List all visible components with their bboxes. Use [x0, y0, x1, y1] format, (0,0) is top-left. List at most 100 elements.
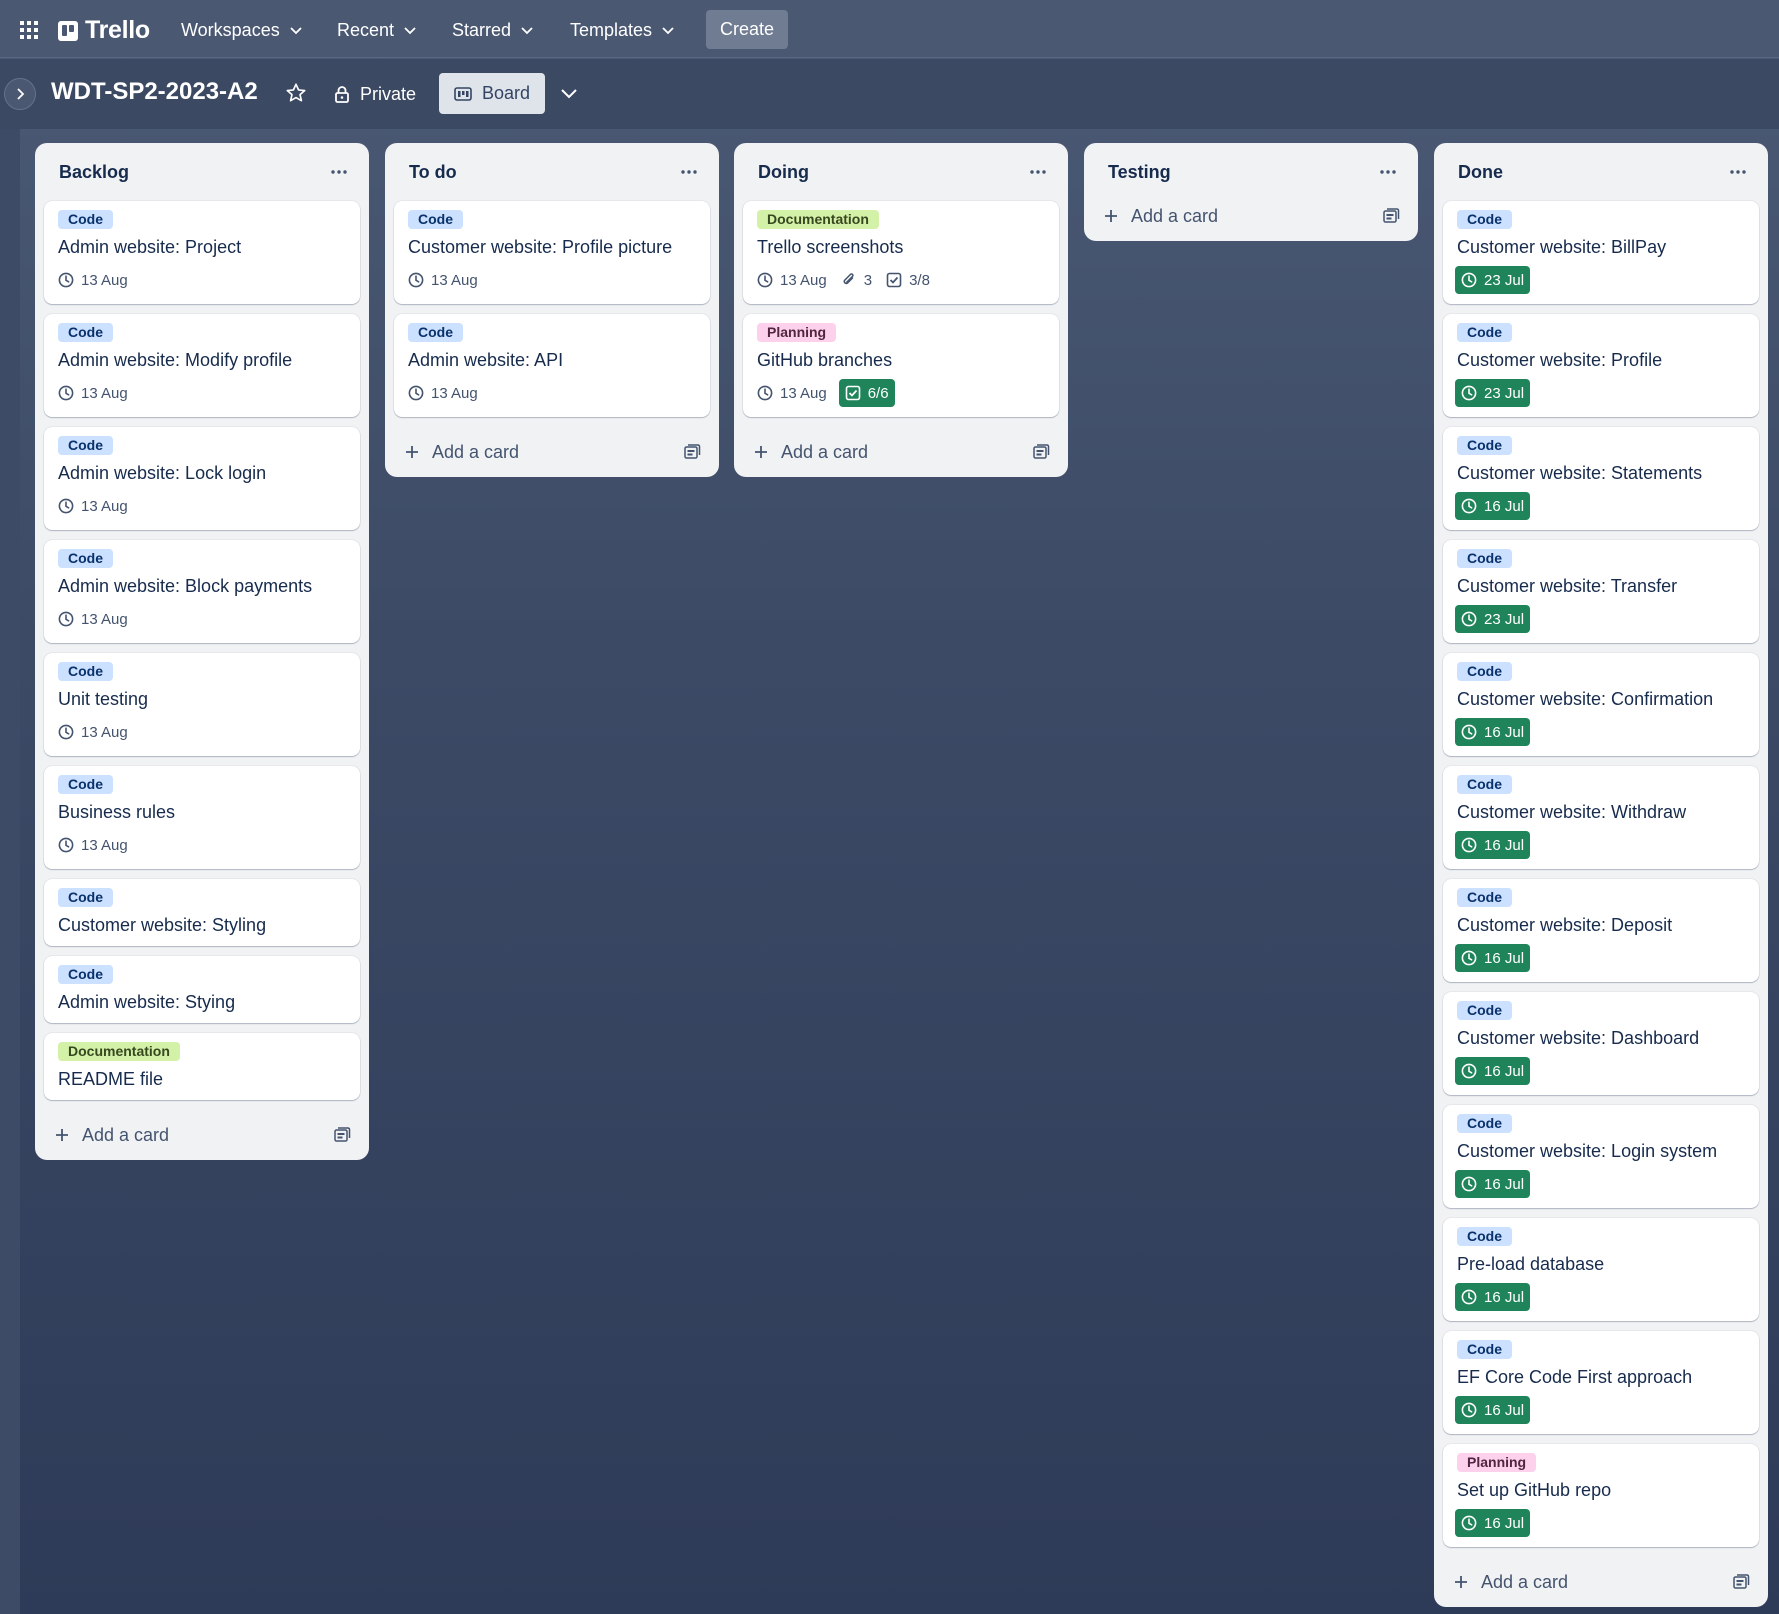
visibility-label: Private [360, 83, 417, 104]
add-card-button[interactable]: Add a card [743, 427, 1059, 477]
clock-icon [1461, 837, 1477, 853]
create-from-template-icon[interactable] [680, 440, 704, 464]
checklist-count: 3/8 [909, 271, 930, 289]
trello-logo[interactable]: Trello [58, 16, 150, 45]
card[interactable]: Documentation Trello screenshots 13 Aug 3 3/… [743, 201, 1059, 304]
card[interactable]: Documentation README file [44, 1033, 360, 1100]
list-menu-icon[interactable] [324, 157, 354, 187]
due-date-badge[interactable]: 16 Jul [1455, 1283, 1531, 1311]
card[interactable]: Code Customer website: Profile 23 Jul [1443, 314, 1759, 417]
clock-icon [58, 385, 74, 401]
card-label: Code [1457, 210, 1512, 229]
card[interactable]: Code Unit testing 13 Aug [44, 653, 360, 756]
card[interactable]: Code Customer website: Login system 16 Jul [1443, 1105, 1759, 1208]
card[interactable]: Planning GitHub branches 13 Aug 6/6 [743, 314, 1059, 417]
card[interactable]: Code Customer website: Dashboard 16 Jul [1443, 992, 1759, 1095]
card[interactable]: Code Customer website: BillPay 23 Jul [1443, 201, 1759, 304]
add-card-button[interactable]: Add a card [1443, 1557, 1759, 1607]
card[interactable]: Code Customer website: Transfer 23 Jul [1443, 540, 1759, 643]
create-from-template-icon[interactable] [330, 1123, 354, 1147]
card-badges: 13 Aug [58, 605, 346, 633]
card[interactable]: Planning Set up GitHub repo 16 Jul [1443, 1444, 1759, 1547]
chevron-right-icon [17, 88, 25, 100]
visibility-button[interactable]: Private [334, 78, 416, 110]
list-title[interactable]: Doing [758, 162, 809, 183]
create-from-template-icon[interactable] [1029, 440, 1053, 464]
card-title: Trello screenshots [757, 237, 904, 257]
list-menu-icon[interactable] [1023, 157, 1053, 187]
card-label: Code [1457, 549, 1512, 568]
card-badges: 16 Jul [1455, 1170, 1745, 1198]
create-from-template-icon[interactable] [1729, 1570, 1753, 1594]
card-label: Code [1457, 436, 1512, 455]
card[interactable]: Code Admin website: Block payments 13 Aug [44, 540, 360, 643]
card-title: Customer website: Confirmation [1457, 689, 1714, 709]
list-menu-icon[interactable] [1373, 157, 1403, 187]
card[interactable]: Code EF Core Code First approach 16 Jul [1443, 1331, 1759, 1434]
due-date-badge[interactable]: 16 Jul [1455, 492, 1531, 520]
add-card-button[interactable]: Add a card [394, 427, 710, 477]
list-title[interactable]: Testing [1108, 162, 1171, 183]
list-menu-icon[interactable] [674, 157, 704, 187]
card-label: Code [58, 323, 113, 342]
clock-icon [58, 724, 74, 740]
card[interactable]: Code Customer website: Withdraw 16 Jul [1443, 766, 1759, 869]
due-date-badge[interactable]: 16 Jul [1455, 1170, 1531, 1198]
workspaces-menu[interactable]: Workspaces [173, 13, 310, 47]
app-switcher-icon[interactable] [19, 20, 39, 40]
templates-menu[interactable]: Templates [562, 13, 682, 47]
due-date-text: 23 Jul [1484, 610, 1525, 628]
card[interactable]: Code Customer website: Deposit 16 Jul [1443, 879, 1759, 982]
list-title[interactable]: To do [409, 162, 457, 183]
card-badges: 16 Jul [1455, 718, 1745, 746]
due-date-badge[interactable]: 23 Jul [1455, 605, 1531, 633]
card[interactable]: Code Admin website: Lock login 13 Aug [44, 427, 360, 530]
due-date-badge: 13 Aug [408, 379, 478, 407]
list-doing: Doing Documentation Trello screenshots 13 A… [734, 143, 1068, 477]
card-title: Business rules [58, 802, 176, 822]
card[interactable]: Code Customer website: Styling [44, 879, 360, 946]
starred-menu[interactable]: Starred [444, 13, 541, 47]
card-label: Planning [1457, 1453, 1537, 1472]
card[interactable]: Code Admin website: Stying [44, 956, 360, 1023]
create-from-template-icon[interactable] [1379, 204, 1403, 228]
list-title[interactable]: Backlog [59, 162, 129, 183]
create-button[interactable]: Create [706, 10, 788, 49]
due-date-badge[interactable]: 23 Jul [1455, 266, 1531, 294]
plus-icon [56, 1129, 68, 1141]
card[interactable]: Code Customer website: Confirmation 16 Jul [1443, 653, 1759, 756]
view-switcher-chevron-icon[interactable] [558, 82, 580, 104]
chevron-down-icon [662, 27, 674, 35]
card[interactable]: Code Admin website: Modify profile 13 Aug [44, 314, 360, 417]
board-view-button[interactable]: Board [439, 73, 545, 114]
card[interactable]: Code Admin website: API 13 Aug [394, 314, 710, 417]
star-board-icon[interactable] [285, 82, 309, 106]
list-title[interactable]: Done [1458, 162, 1503, 183]
card-badges: 13 Aug [58, 492, 346, 520]
add-card-button[interactable]: Add a card [1093, 191, 1409, 241]
card-badges: 13 Aug 3 3/8 [757, 266, 1045, 294]
card[interactable]: Code Customer website: Profile picture 13 … [394, 201, 710, 304]
due-date-badge[interactable]: 16 Jul [1455, 1509, 1531, 1537]
add-card-button[interactable]: Add a card [44, 1110, 360, 1160]
due-date-badge[interactable]: 16 Jul [1455, 944, 1531, 972]
card-title: Admin website: API [408, 350, 564, 370]
add-card-label: Add a card [1481, 1571, 1569, 1592]
due-date-badge[interactable]: 16 Jul [1455, 718, 1531, 746]
card-label: Code [58, 210, 113, 229]
due-date-badge[interactable]: 16 Jul [1455, 831, 1531, 859]
card[interactable]: Code Pre-load database 16 Jul [1443, 1218, 1759, 1321]
checklist-icon [886, 272, 902, 288]
due-date-badge[interactable]: 16 Jul [1455, 1057, 1531, 1085]
card[interactable]: Code Business rules 13 Aug [44, 766, 360, 869]
due-date-badge[interactable]: 23 Jul [1455, 379, 1531, 407]
due-date-text: 16 Jul [1484, 1062, 1525, 1080]
card[interactable]: Code Admin website: Project 13 Aug [44, 201, 360, 304]
card-title: Unit testing [58, 689, 149, 709]
expand-sidebar-button[interactable] [4, 78, 36, 110]
card[interactable]: Code Customer website: Statements 16 Jul [1443, 427, 1759, 530]
due-date-badge[interactable]: 16 Jul [1455, 1396, 1531, 1424]
board-title[interactable]: WDT-SP2-2023-A2 [51, 78, 258, 106]
list-menu-icon[interactable] [1723, 157, 1753, 187]
recent-menu[interactable]: Recent [329, 13, 424, 47]
